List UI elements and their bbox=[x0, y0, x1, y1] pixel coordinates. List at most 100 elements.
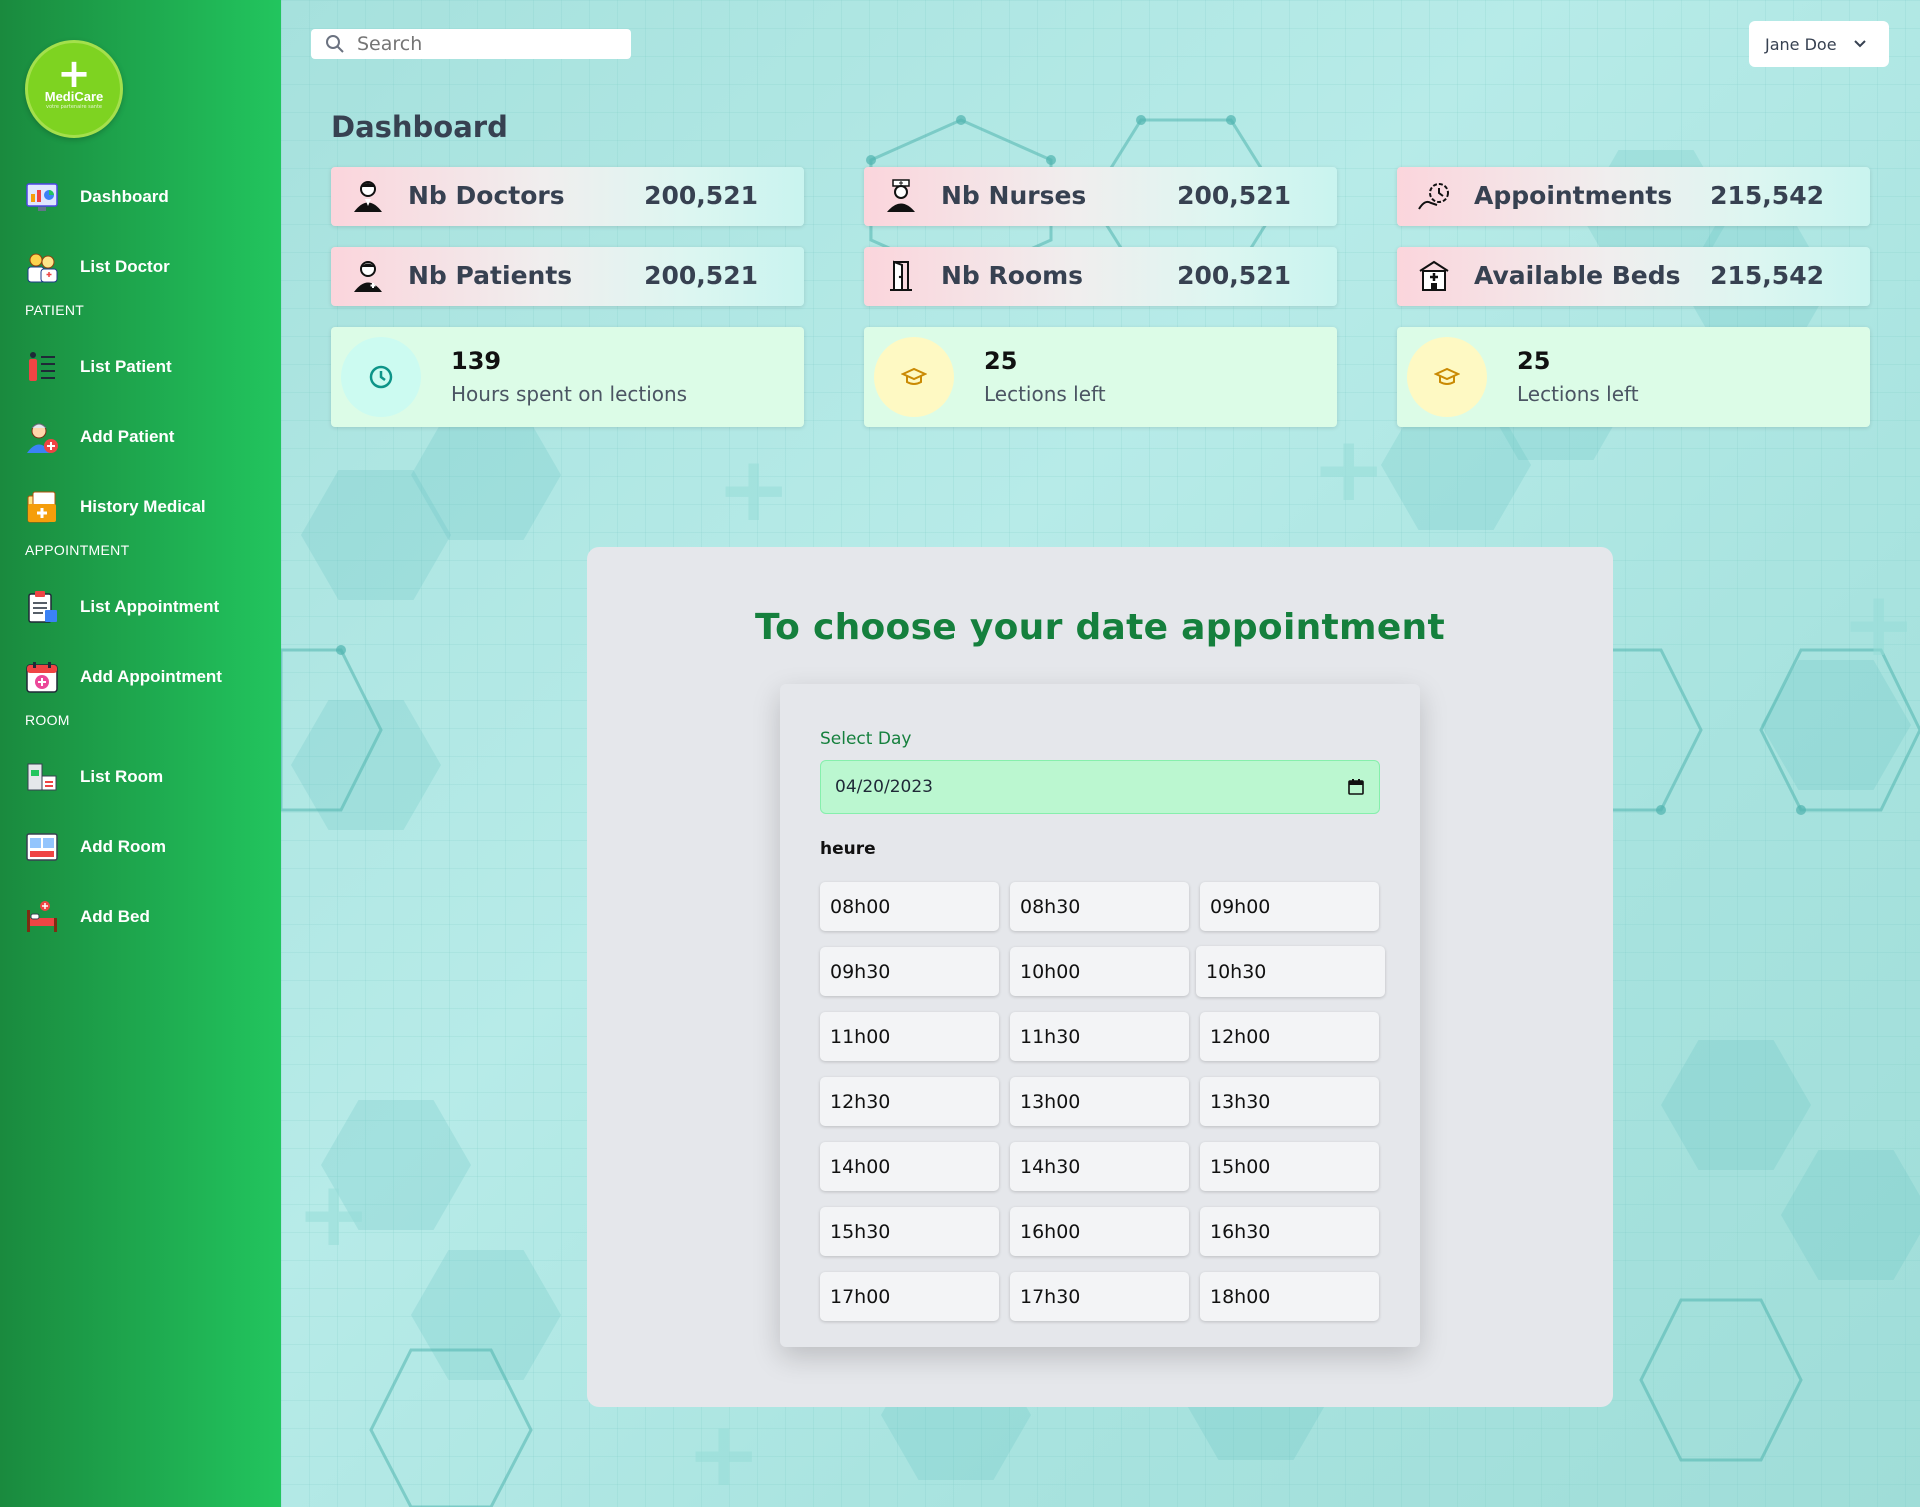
appointment-form: Select Day 04/20/2023 heure 08h00 08h30 09… bbox=[780, 684, 1420, 1347]
time-slot-button[interactable]: 13h00 bbox=[1010, 1077, 1189, 1126]
stat-value: 200,521 bbox=[644, 261, 758, 290]
stat-card-doctors[interactable]: Nb Doctors 200,521 bbox=[331, 167, 804, 226]
time-slot-button[interactable]: 10h30 bbox=[1196, 946, 1385, 997]
section-appointment: APPOINTMENT bbox=[25, 542, 130, 558]
stat-label: Available Beds bbox=[1474, 261, 1681, 290]
time-slot-button[interactable]: 11h00 bbox=[820, 1012, 999, 1061]
time-slot-button[interactable]: 17h30 bbox=[1010, 1272, 1189, 1321]
hospital-icon bbox=[1419, 260, 1449, 291]
user-menu-button[interactable]: Jane Doe bbox=[1749, 21, 1889, 67]
search-bar[interactable] bbox=[311, 29, 631, 59]
stat-label: Nb Doctors bbox=[408, 181, 565, 210]
medicare-logo[interactable]: + MediCare votre partenaire sante bbox=[25, 40, 123, 138]
sidebar-item-list-room[interactable]: List Room bbox=[25, 757, 163, 797]
time-slot-button[interactable]: 14h30 bbox=[1010, 1142, 1189, 1191]
dashboard-icon bbox=[26, 183, 58, 211]
logo-name: MediCare bbox=[44, 89, 104, 104]
sidebar: + MediCare votre partenaire sante Dashbo… bbox=[0, 0, 281, 1507]
sidebar-item-list-appointment[interactable]: List Appointment bbox=[25, 587, 219, 627]
graduation-cap-icon bbox=[901, 367, 927, 385]
time-slot-button[interactable]: 13h30 bbox=[1200, 1077, 1379, 1126]
doctors-icon bbox=[27, 253, 58, 283]
room-icon bbox=[27, 763, 57, 791]
info-text: Lections left bbox=[1517, 382, 1639, 406]
time-slot-button[interactable]: 12h30 bbox=[820, 1077, 999, 1126]
info-icon-circle bbox=[1407, 337, 1487, 417]
sidebar-item-label: Add Patient bbox=[80, 427, 175, 446]
stat-value: 200,521 bbox=[644, 181, 758, 210]
stat-card-appointments[interactable]: Appointments 215,542 bbox=[1397, 167, 1870, 226]
sidebar-item-add-appointment[interactable]: Add Appointment bbox=[25, 657, 222, 697]
door-icon bbox=[890, 260, 912, 291]
sidebar-item-dashboard[interactable]: Dashboard bbox=[25, 177, 169, 217]
time-slot-button[interactable]: 17h00 bbox=[820, 1272, 999, 1321]
appointment-panel: To choose your date appointment Select D… bbox=[587, 547, 1613, 1407]
date-input[interactable]: 04/20/2023 bbox=[820, 760, 1380, 814]
list-patient-icon bbox=[29, 352, 55, 381]
time-slot-button[interactable]: 15h30 bbox=[820, 1207, 999, 1256]
select-day-label: Select Day bbox=[820, 729, 912, 749]
time-slot-button[interactable]: 16h30 bbox=[1200, 1207, 1379, 1256]
user-name: Jane Doe bbox=[1765, 34, 1837, 54]
appointment-title: To choose your date appointment bbox=[755, 607, 1445, 648]
logo-tagline: votre partenaire sante bbox=[45, 104, 103, 110]
stat-label: Nb Nurses bbox=[941, 181, 1087, 210]
stat-card-beds[interactable]: Available Beds 215,542 bbox=[1397, 247, 1870, 306]
stat-card-rooms[interactable]: Nb Rooms 200,521 bbox=[864, 247, 1337, 306]
page-title: Dashboard bbox=[331, 110, 508, 144]
clipboard-icon bbox=[28, 591, 57, 623]
time-slot-button[interactable]: 16h00 bbox=[1010, 1207, 1189, 1256]
info-number: 25 bbox=[984, 347, 1018, 375]
graduation-cap-icon bbox=[1434, 367, 1460, 385]
sidebar-item-list-patient[interactable]: List Patient bbox=[25, 347, 172, 387]
sidebar-item-history-medical[interactable]: History Medical bbox=[25, 487, 206, 527]
time-slot-button[interactable]: 11h30 bbox=[1010, 1012, 1189, 1061]
time-slot-button[interactable]: 10h00 bbox=[1010, 947, 1189, 996]
stat-value: 200,521 bbox=[1177, 261, 1291, 290]
sidebar-item-label: List Doctor bbox=[80, 257, 170, 276]
stat-value: 215,542 bbox=[1710, 261, 1824, 290]
time-slot-button[interactable]: 08h00 bbox=[820, 882, 999, 931]
patient-icon bbox=[354, 261, 382, 292]
info-number: 139 bbox=[451, 347, 502, 375]
time-slot-button[interactable]: 08h30 bbox=[1010, 882, 1189, 931]
time-slot-button[interactable]: 18h00 bbox=[1200, 1272, 1379, 1321]
sidebar-item-label: Dashboard bbox=[80, 187, 169, 206]
sidebar-item-list-doctor[interactable]: List Doctor bbox=[25, 247, 170, 287]
sidebar-item-label: Add Appointment bbox=[80, 667, 222, 686]
stat-value: 200,521 bbox=[1177, 181, 1291, 210]
stat-label: Appointments bbox=[1474, 181, 1673, 210]
calendar-icon[interactable] bbox=[1347, 778, 1365, 796]
stat-label: Nb Rooms bbox=[941, 261, 1084, 290]
sidebar-item-label: History Medical bbox=[80, 497, 206, 516]
sidebar-item-add-patient[interactable]: Add Patient bbox=[25, 417, 174, 457]
stat-card-nurses[interactable]: Nb Nurses 200,521 bbox=[864, 167, 1337, 226]
sidebar-item-add-bed[interactable]: Add Bed bbox=[25, 897, 150, 937]
hour-label: heure bbox=[820, 839, 876, 859]
search-input[interactable] bbox=[357, 33, 617, 55]
info-number: 25 bbox=[1517, 347, 1551, 375]
stat-card-patients[interactable]: Nb Patients 200,521 bbox=[331, 247, 804, 306]
sidebar-item-label: Add Room bbox=[80, 837, 166, 856]
info-icon-circle bbox=[341, 337, 421, 417]
add-room-icon bbox=[26, 833, 58, 861]
add-patient-icon bbox=[27, 423, 58, 453]
info-card-lections-2[interactable]: 25 Lections left bbox=[1397, 327, 1870, 427]
sidebar-item-add-room[interactable]: Add Room bbox=[25, 827, 166, 867]
clock-icon bbox=[369, 365, 393, 389]
time-slot-button[interactable]: 14h00 bbox=[820, 1142, 999, 1191]
time-slot-button[interactable]: 09h30 bbox=[820, 947, 999, 996]
sidebar-item-label: List Appointment bbox=[80, 597, 220, 616]
time-slot-button[interactable]: 15h00 bbox=[1200, 1142, 1379, 1191]
time-slot-button[interactable]: 12h00 bbox=[1200, 1012, 1379, 1061]
chevron-down-icon bbox=[1853, 40, 1866, 48]
bed-icon bbox=[27, 901, 57, 932]
time-slot-button[interactable]: 09h00 bbox=[1200, 882, 1379, 931]
info-text: Lections left bbox=[984, 382, 1106, 406]
sidebar-item-label: Add Bed bbox=[80, 907, 150, 926]
stat-label: Nb Patients bbox=[408, 261, 573, 290]
info-card-hours[interactable]: 139 Hours spent on lections bbox=[331, 327, 804, 427]
info-card-lections[interactable]: 25 Lections left bbox=[864, 327, 1337, 427]
stat-value: 215,542 bbox=[1710, 181, 1824, 210]
sidebar-item-label: List Room bbox=[80, 767, 164, 786]
